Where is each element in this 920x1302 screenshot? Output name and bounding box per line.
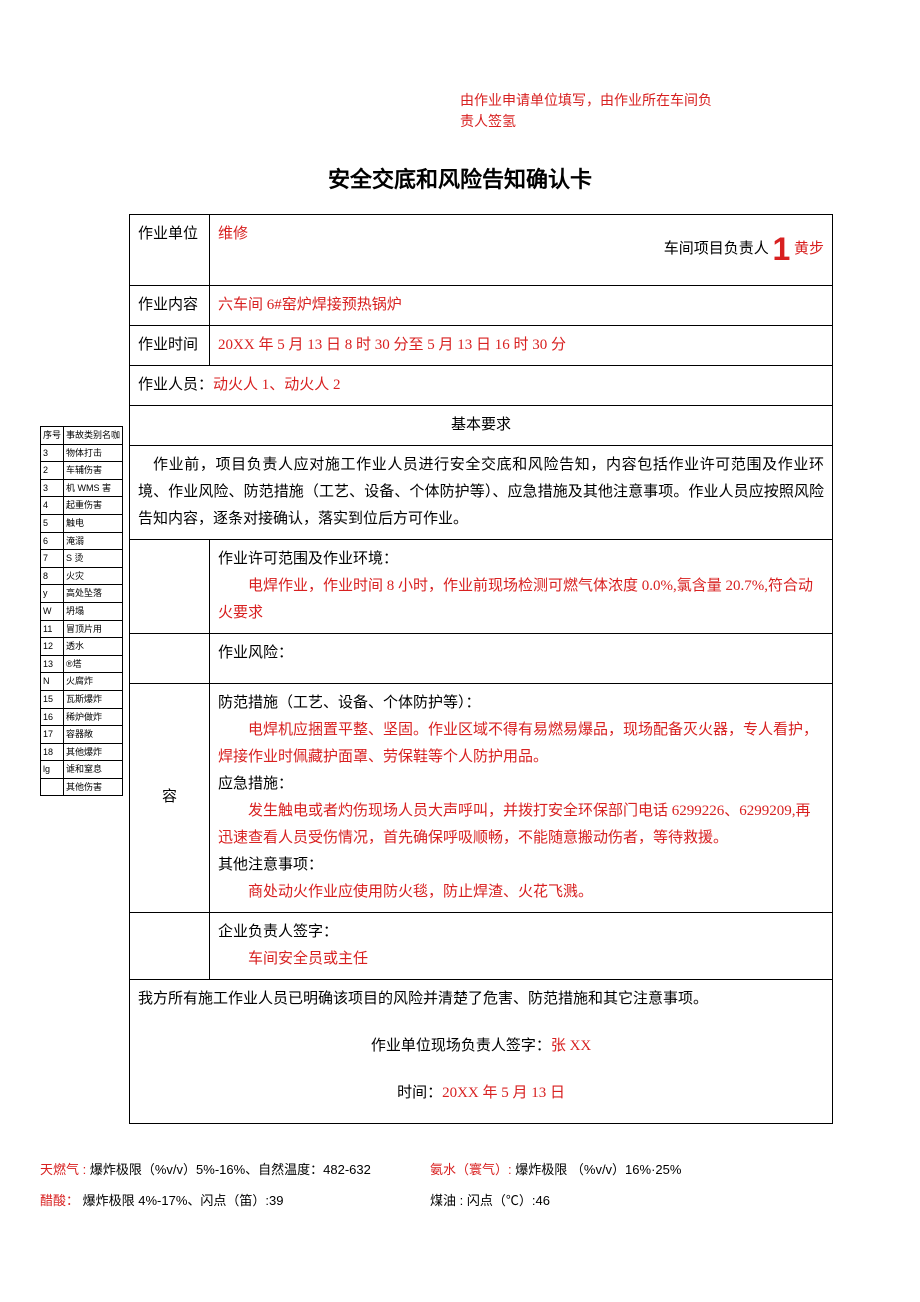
f-gas-val: 爆炸极限（%v/v）5%-16%、自然温度：482-632 (90, 1162, 371, 1177)
row-unit: 作业单位 维修 车间项目负责人 1 黄步 (130, 215, 833, 286)
row-basic-header: 基本要求 (130, 405, 833, 445)
measures-cell: 防范措施（工艺、设备、个体防护等）： 电焊机应捆置平整、坚固。作业区域不得有易燃… (210, 683, 833, 912)
page-title: 安全交底和风险告知确认卡 (40, 162, 880, 194)
emergency-label: 应急措施： (218, 771, 824, 798)
scope-label: 作业许可范围及作业环境： (218, 546, 824, 573)
sign-time-label: 时间： (397, 1085, 442, 1101)
f-acid-val: 爆炸极限 4%-17%、闪点（笛）:39 (83, 1193, 284, 1208)
sign2-value: 张 XX (551, 1038, 591, 1054)
emergency-content: 发生触电或者灼伤现场人员大声呼叫，并拨打安全环保部门电话 6299226、629… (218, 798, 824, 852)
empty-cell-3 (130, 912, 210, 979)
label-unit: 作业单位 (130, 215, 210, 286)
other-label: 其他注意事项： (218, 852, 824, 879)
side-h2: 事故类别名咖 (64, 427, 123, 445)
value-content: 六车间 6#窑炉焊接预热锅炉 (210, 285, 833, 325)
sign1-content: 车间安全员或主任 (218, 946, 824, 973)
unit-value: 维修 (218, 226, 248, 242)
prevent-content: 电焊机应捆置平整、坚固。作业区域不得有易燃易爆品，现场配备灭火器，专人看护，焊接… (218, 717, 824, 771)
value-unit: 维修 车间项目负责人 1 黄步 (210, 215, 833, 286)
big-number-one: 1 (772, 221, 790, 279)
row-sign1: 企业负责人签字： 车间安全员或主任 (130, 912, 833, 979)
row-confirm: 我方所有施工作业人员已明确该项目的风险并清楚了危害、防范措施和其它注意事项。 作… (130, 979, 833, 1123)
row-time: 作业时间 20XX 年 5 月 13 日 8 时 30 分至 5 月 13 日 … (130, 325, 833, 365)
row-content: 作业内容 六车间 6#窑炉焊接预热锅炉 (130, 285, 833, 325)
side-h1: 序号 (41, 427, 64, 445)
leader-name: 黄步 (794, 241, 824, 257)
f-acid-label: 醋酸： (40, 1193, 79, 1208)
prevent-label: 防范措施（工艺、设备、个体防护等）： (218, 690, 824, 717)
f-ammonia-label: 氨水（寰气）: (430, 1162, 512, 1177)
confirm-text: 我方所有施工作业人员已明确该项目的风险并清楚了危害、防范措施和其它注意事项。 (138, 986, 824, 1013)
scope-cell: 作业许可范围及作业环境： 电焊作业，作业时间 8 小时，作业前现场检测可燃气体浓… (210, 539, 833, 633)
sign2-label: 作业单位现场负责人签字： (371, 1038, 551, 1054)
sign1-label: 企业负责人签字： (218, 919, 824, 946)
f-oil-val: 闪点（℃）:46 (467, 1193, 550, 1208)
leader-label: 车间项目负责人 (664, 241, 769, 257)
row-measures: 容 防范措施（工艺、设备、个体防护等）： 电焊机应捆置平整、坚固。作业区域不得有… (130, 683, 833, 912)
basic-req-text: 作业前，项目负责人应对施工作业人员进行安全交底和风险告知，内容包括作业许可范围及… (130, 445, 833, 539)
row-risk: 作业风险： (130, 633, 833, 683)
row-personnel: 作业人员：动火人 1、动火人 2 (130, 365, 833, 405)
empty-cell-1 (130, 539, 210, 633)
row-scope: 作业许可范围及作业环境： 电焊作业，作业时间 8 小时，作业前现场检测可燃气体浓… (130, 539, 833, 633)
personnel-cell: 作业人员：动火人 1、动火人 2 (130, 365, 833, 405)
header-note-line1: 由作业申请单位填写，由作业所在车间负 (460, 92, 712, 108)
sign-time-value: 20XX 年 5 月 13 日 (442, 1085, 565, 1101)
value-time: 20XX 年 5 月 13 日 8 时 30 分至 5 月 13 日 16 时 … (210, 325, 833, 365)
risk-label: 作业风险： (218, 640, 824, 667)
accident-category-table: 序号事故类别名咖 3物体打击 2车辅伤害 3机 WMS 害 4起重伤害 5触电 … (40, 426, 123, 796)
empty-cell-2 (130, 633, 210, 683)
label-content: 作业内容 (130, 285, 210, 325)
confirm-cell: 我方所有施工作业人员已明确该项目的风险并清楚了危害、防范措施和其它注意事项。 作… (130, 979, 833, 1123)
basic-req-header: 基本要求 (130, 405, 833, 445)
main-form-table: 作业单位 维修 车间项目负责人 1 黄步 作业内容 六车间 6#窑炉焊接预热锅炉… (129, 214, 833, 1124)
other-content: 商处动火作业应使用防火毯，防止焊渣、火花飞溅。 (218, 879, 824, 906)
personnel-label: 作业人员： (138, 377, 213, 393)
footer-notes: 天燃气 : 爆炸极限（%v/v）5%-16%、自然温度：482-632 氨水（寰… (40, 1154, 880, 1216)
header-note-line2: 责人签氢 (460, 113, 516, 129)
f-ammonia-bold: 爆炸极限 (515, 1162, 567, 1177)
personnel-value: 动火人 1、动火人 2 (213, 377, 341, 393)
header-note: 由作业申请单位填写，由作业所在车间负 责人签氢 (460, 90, 880, 132)
label-time: 作业时间 (130, 325, 210, 365)
f-ammonia-val: （%v/v）16%·25% (571, 1162, 682, 1177)
sign1-cell: 企业负责人签字： 车间安全员或主任 (210, 912, 833, 979)
f-oil-label: 煤油 : (430, 1193, 463, 1208)
scope-content: 电焊作业，作业时间 8 小时，作业前现场检测可燃气体浓度 0.0%,氯含量 20… (218, 573, 824, 627)
sign-time-line: 时间：20XX 年 5 月 13 日 (138, 1080, 824, 1107)
rong-label: 容 (130, 683, 210, 912)
sign2-line: 作业单位现场负责人签字：张 XX (138, 1033, 824, 1060)
risk-cell: 作业风险： (210, 633, 833, 683)
f-gas-label: 天燃气 : (40, 1162, 86, 1177)
row-basic-text: 作业前，项目负责人应对施工作业人员进行安全交底和风险告知，内容包括作业许可范围及… (130, 445, 833, 539)
